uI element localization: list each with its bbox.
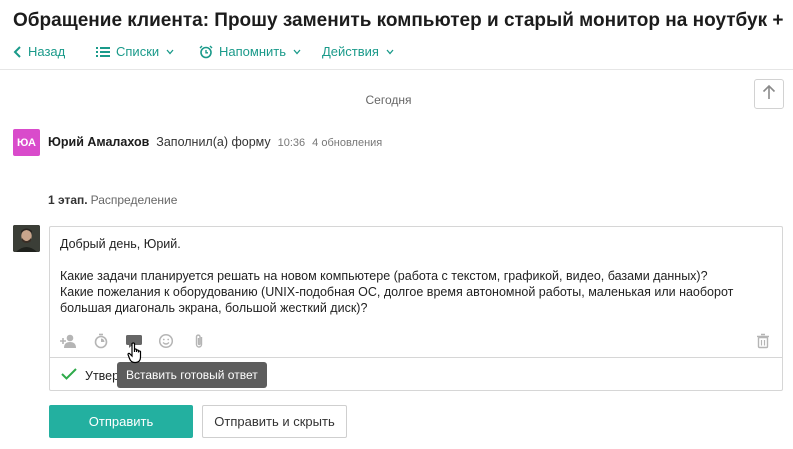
avatar[interactable]: ЮА <box>13 129 40 156</box>
list-icon <box>96 46 110 58</box>
emoji-icon[interactable] <box>156 331 176 351</box>
lists-menu-button[interactable]: Списки <box>96 44 174 59</box>
event-action: Заполнил(а) форму <box>156 135 271 149</box>
attachment-icon[interactable] <box>189 331 209 351</box>
remind-menu-button[interactable]: Напомнить <box>199 44 301 59</box>
editor-line: Какие задачи планируется решать на новом… <box>60 269 708 283</box>
send-button[interactable]: Отправить <box>49 405 193 438</box>
user-avatar-photo <box>13 225 40 252</box>
actions-menu-button[interactable]: Действия <box>322 44 394 59</box>
stage-name: Распределение <box>90 193 178 207</box>
trash-icon[interactable] <box>753 331 773 351</box>
back-button[interactable]: Назад <box>13 44 65 59</box>
stage-number: 1 этап. <box>48 193 88 207</box>
toolbar: Назад Списки Напомнить Действия <box>0 36 793 70</box>
chevron-down-icon <box>166 49 174 55</box>
reply-editor[interactable]: Добрый день, Юрий. Какие задачи планируе… <box>49 226 783 357</box>
actions-label: Действия <box>322 44 379 59</box>
hand-cursor-icon <box>127 342 145 369</box>
editor-text[interactable]: Добрый день, Юрий. Какие задачи планируе… <box>60 236 733 316</box>
add-participant-icon[interactable] <box>58 331 78 351</box>
editor-line: Какие пожелания к оборудованию (UNIX-под… <box>60 285 734 299</box>
back-label: Назад <box>28 44 66 59</box>
feed-event: Юрий Амалахов Заполнил(а) форму 10:36 4 обн… <box>48 135 382 149</box>
stage-label: 1 этап. Распределение <box>48 193 177 207</box>
lists-label: Списки <box>116 44 160 59</box>
event-updates-link[interactable]: 4 обновления <box>312 137 382 149</box>
event-time: 10:36 <box>277 137 306 149</box>
event-author[interactable]: Юрий Амалахов <box>48 135 149 149</box>
editor-line: большая диагональ экрана, большой жестки… <box>60 301 368 315</box>
chevron-down-icon <box>386 49 394 55</box>
page-title: Обращение клиента: Прошу заменить компью… <box>13 10 788 31</box>
chevron-down-icon <box>293 49 301 55</box>
editor-greeting: Добрый день, Юрий. <box>60 237 181 251</box>
send-and-hide-button[interactable]: Отправить и скрыть <box>202 405 347 438</box>
date-separator: Сегодня <box>365 93 412 107</box>
checkmark-icon <box>61 368 77 383</box>
chevron-left-icon <box>13 45 22 58</box>
timer-icon[interactable] <box>91 331 111 351</box>
approve-option[interactable]: Утвер <box>61 368 119 383</box>
alarm-clock-icon <box>199 45 213 59</box>
remind-label: Напомнить <box>219 44 286 59</box>
approve-label: Утвер <box>85 368 120 383</box>
